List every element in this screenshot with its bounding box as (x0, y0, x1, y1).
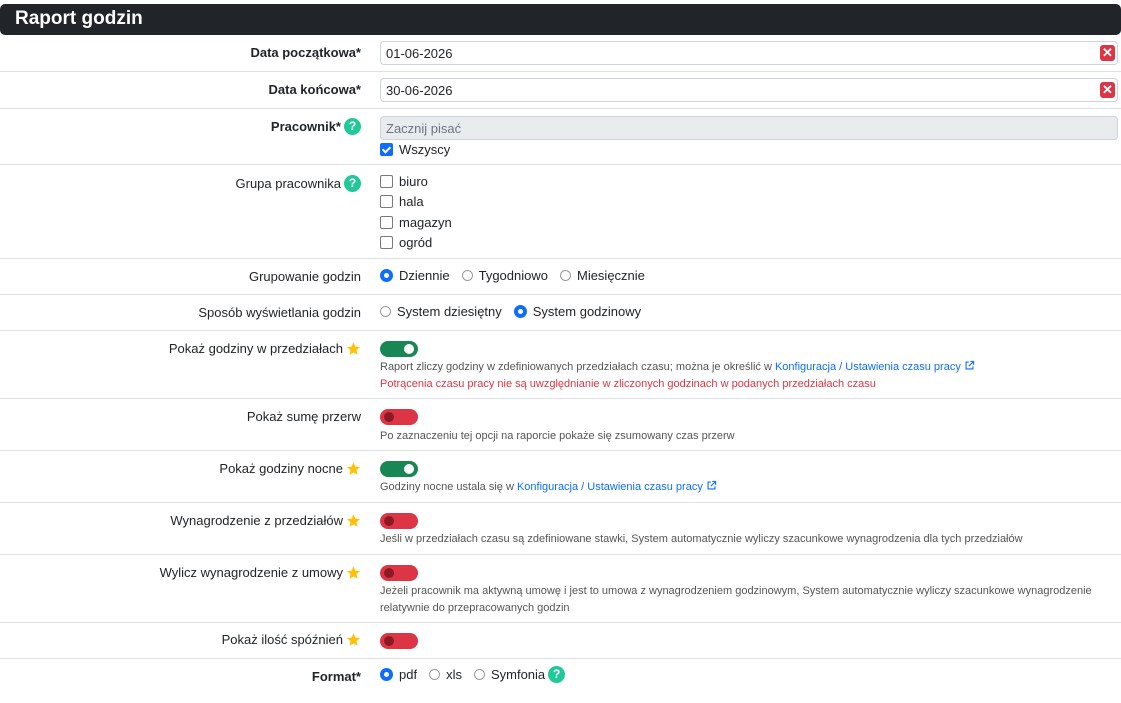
pay-contract-row: Wylicz wynagrodzenie z umowy Jeżeli prac… (0, 555, 1121, 623)
page-header: Raport godzin (0, 4, 1121, 35)
checkbox[interactable] (380, 175, 393, 188)
pay-contract-label: Wylicz wynagrodzenie z umowy (159, 565, 343, 580)
group-option-label: hala (399, 194, 424, 209)
grouping-label: Grupowanie godzin (248, 269, 361, 284)
start-date-row: Data początkowa* 01-06-2026 ✕ (0, 35, 1121, 72)
pay-ranges-toggle[interactable] (380, 513, 418, 529)
help-icon[interactable]: ? (344, 175, 361, 192)
group-label-wrap: Grupa pracownika ? (235, 175, 361, 192)
hours-grouping-row: Grupowanie godzin Dziennie Tygodniowo Mi… (0, 259, 1121, 295)
radio-symfonia[interactable]: Symfonia? (473, 666, 566, 683)
hours-display-row: Sposób wyświetlania godzin System dziesi… (0, 295, 1121, 331)
display-label: Sposób wyświetlania godzin (198, 305, 361, 320)
radio-weekly[interactable]: Tygodniowo (461, 268, 548, 283)
late-label: Pokaż ilość spóźnień (221, 632, 343, 647)
breaks-row: Pokaż sumę przerw Po zaznaczeniu tej opc… (0, 399, 1121, 451)
star-icon (346, 513, 361, 528)
radio-hours[interactable]: System godzinowy (513, 304, 641, 319)
night-label: Pokaż godziny nocne (219, 461, 343, 476)
radio-decimal[interactable]: System dziesiętny (380, 304, 502, 319)
star-icon (346, 341, 361, 356)
pay-ranges-label-wrap: Wynagrodzenie z przedziałów (170, 513, 361, 528)
pay-contract-label-wrap: Wylicz wynagrodzenie z umowy (160, 565, 361, 580)
employee-row: Pracownik* ? Zacznij pisać Wszyscy (0, 109, 1121, 165)
start-date-value: 01-06-2026 (386, 46, 453, 61)
radio-daily[interactable]: Dziennie (380, 268, 450, 283)
all-employees-checkbox[interactable]: Wszyscy (380, 142, 450, 157)
employee-group-row: Grupa pracownika ? biuro hala magazyn og… (0, 165, 1121, 259)
pay-contract-help-1: Jeżeli pracownik ma aktywną umowę i jest… (380, 585, 1092, 597)
group-option-label: ogród (399, 235, 433, 250)
display-radio-group: System dziesiętny System godzinowy (380, 304, 653, 319)
external-link-icon[interactable] (964, 360, 975, 377)
help-icon[interactable]: ? (548, 666, 566, 683)
group-checkbox-magazyn[interactable]: magazyn (380, 215, 452, 230)
star-icon (346, 632, 361, 647)
star-icon (346, 565, 361, 580)
breaks-help: Po zaznaczeniu tej opcji na raporcie pok… (380, 430, 735, 442)
help-icon[interactable]: ? (344, 118, 361, 135)
page-title: Raport godzin (15, 8, 143, 29)
settings-link[interactable]: Konfiguracja / Ustawienia czasu pracy (775, 361, 961, 373)
pay-contract-help-2: relatywnie do przepracowanych godzin (380, 602, 570, 614)
ranges-help: Raport zliczy godziny w zdefiniowanych p… (380, 359, 975, 377)
pay-ranges-label: Wynagrodzenie z przedziałów (170, 513, 343, 528)
employee-search-placeholder: Zacznij pisać (386, 121, 462, 136)
checkbox[interactable] (380, 236, 393, 249)
employee-label: Pracownik* (270, 119, 341, 134)
format-row: Format* pdf xls Symfonia? (0, 659, 1121, 695)
pay-ranges-help: Jeśli w przedziałach czasu są zdefiniowa… (380, 533, 1023, 545)
ranges-label: Pokaż godziny w przedziałach (168, 341, 343, 356)
checkbox[interactable] (380, 216, 393, 229)
late-label-wrap: Pokaż ilość spóźnień (222, 632, 361, 647)
clear-end-date-button[interactable]: ✕ (1100, 82, 1115, 98)
start-date-label: Data początkowa* (250, 45, 361, 60)
start-date-input[interactable]: 01-06-2026 ✕ (380, 41, 1118, 65)
night-help: Godziny nocne ustala się w Konfiguracja … (380, 479, 717, 497)
ranges-toggle[interactable] (380, 341, 418, 357)
group-option-label: magazyn (399, 215, 452, 230)
employee-search-input[interactable]: Zacznij pisać (380, 116, 1118, 140)
radio-xls[interactable]: xls (429, 667, 462, 682)
group-option-label: biuro (399, 174, 428, 189)
night-label-wrap: Pokaż godziny nocne (219, 461, 361, 476)
grouping-radio-group: Dziennie Tygodniowo Miesięcznie (380, 268, 657, 283)
pay-contract-toggle[interactable] (380, 565, 418, 581)
settings-link[interactable]: Konfiguracja / Ustawienia czasu pracy (517, 481, 703, 493)
breaks-label: Pokaż sumę przerw (246, 409, 361, 424)
checkbox-checked[interactable] (380, 143, 393, 156)
all-employees-label: Wszyscy (399, 142, 451, 157)
end-date-row: Data końcowa* 30-06-2026 ✕ (0, 72, 1121, 109)
ranges-label-wrap: Pokaż godziny w przedziałach (169, 341, 361, 356)
night-hours-row: Pokaż godziny nocne Godziny nocne ustala… (0, 451, 1121, 503)
radio-monthly[interactable]: Miesięcznie (559, 268, 645, 283)
checkbox[interactable] (380, 195, 393, 208)
ranges-row: Pokaż godziny w przedziałach Raport zlic… (0, 331, 1121, 399)
night-toggle[interactable] (380, 461, 418, 477)
late-toggle[interactable] (380, 633, 418, 649)
end-date-value: 30-06-2026 (386, 83, 453, 98)
group-label: Grupa pracownika (235, 176, 342, 191)
pay-ranges-row: Wynagrodzenie z przedziałów Jeśli w prze… (0, 503, 1121, 555)
star-icon (346, 461, 361, 476)
group-checkbox-biuro[interactable]: biuro (380, 174, 428, 189)
external-link-icon[interactable] (706, 480, 717, 497)
end-date-label: Data końcowa* (268, 82, 361, 97)
radio-pdf[interactable]: pdf (380, 667, 417, 682)
ranges-warning: Potrącenia czasu pracy nie są uwzględnia… (380, 378, 876, 390)
end-date-input[interactable]: 30-06-2026 ✕ (380, 78, 1118, 102)
group-checkbox-ogrod[interactable]: ogród (380, 235, 432, 250)
clear-start-date-button[interactable]: ✕ (1100, 45, 1115, 61)
format-label: Format* (311, 669, 361, 684)
format-radio-group: pdf xls Symfonia? (380, 666, 577, 683)
employee-label-wrap: Pracownik* ? (271, 118, 361, 135)
group-checkbox-hala[interactable]: hala (380, 194, 424, 209)
breaks-toggle[interactable] (380, 409, 418, 425)
late-row: Pokaż ilość spóźnień (0, 623, 1121, 659)
